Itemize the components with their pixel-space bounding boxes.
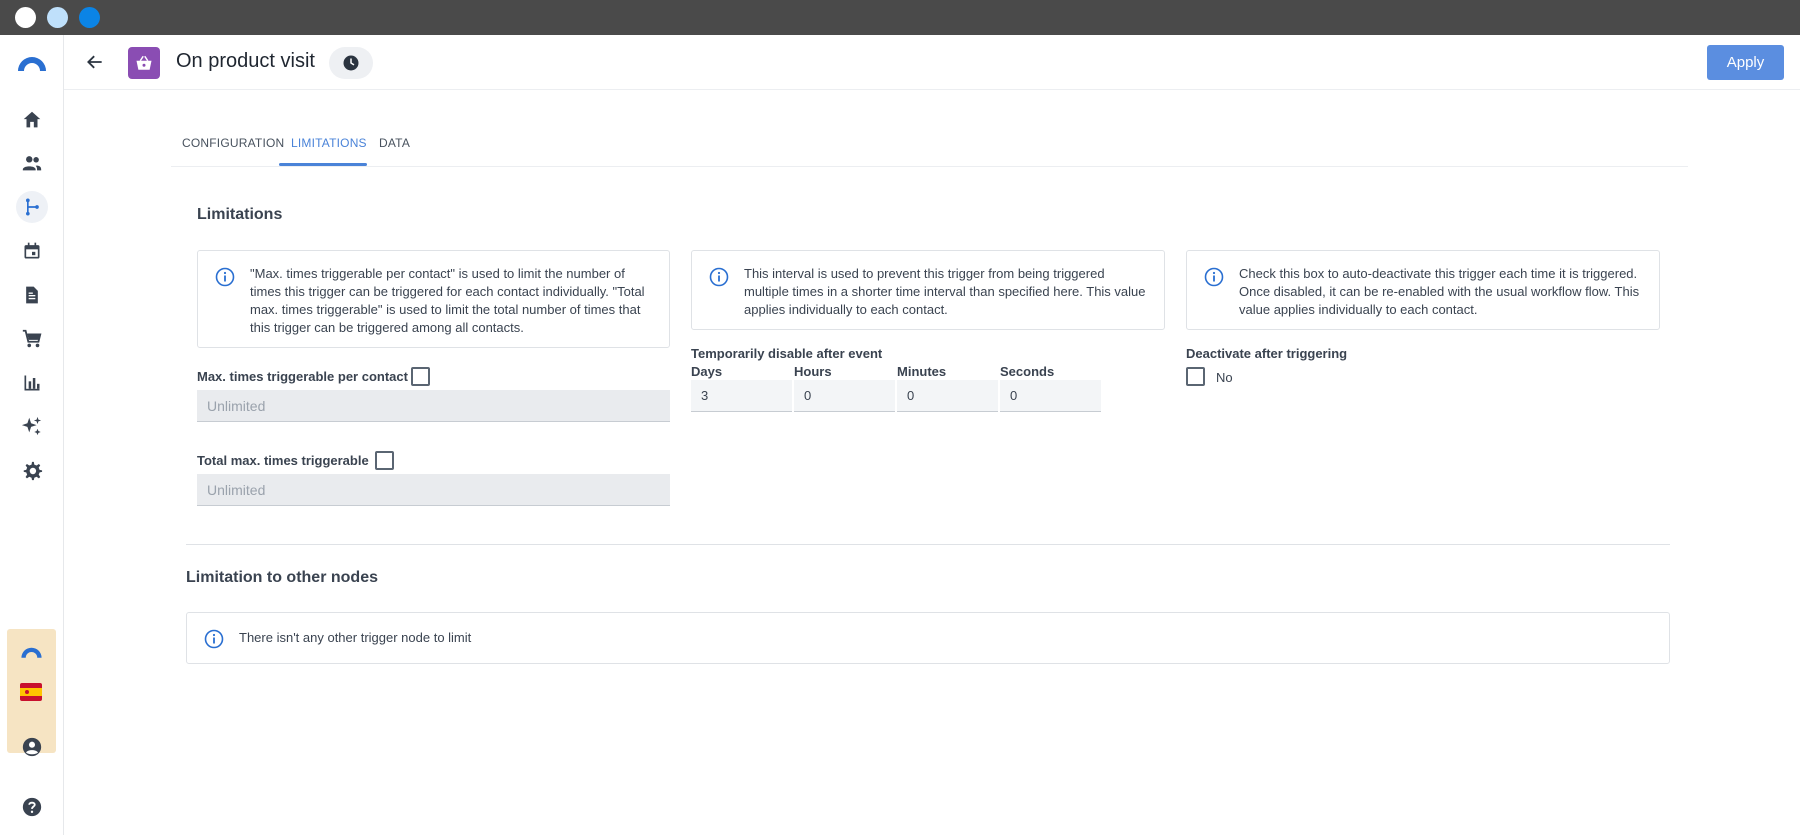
- minutes-input[interactable]: [897, 380, 998, 412]
- basket-icon: [128, 47, 160, 79]
- other-nodes-section-title: Limitation to other nodes: [186, 569, 378, 586]
- clock-icon: [343, 55, 359, 71]
- cart-icon[interactable]: [16, 323, 48, 355]
- deactivate-label: Deactivate after triggering: [1186, 346, 1348, 361]
- deactivate-value-label: No: [1216, 370, 1233, 385]
- document-icon[interactable]: [16, 279, 48, 311]
- days-input[interactable]: [691, 380, 792, 412]
- days-label: Days: [691, 364, 723, 379]
- info-text-interval: This interval is used to prevent this tr…: [744, 266, 1146, 317]
- info-box-deactivate: Check this box to auto-deactivate this t…: [1186, 250, 1660, 330]
- max-per-contact-label: Max. times triggerable per contact: [197, 369, 408, 384]
- tab-configuration[interactable]: CONFIGURATION: [182, 136, 284, 160]
- max-per-contact-checkbox[interactable]: [411, 367, 430, 386]
- window-titlebar: [0, 0, 1800, 35]
- info-text-deactivate: Check this box to auto-deactivate this t…: [1239, 266, 1640, 317]
- window-maximize-button[interactable]: [79, 7, 100, 28]
- tab-limitations[interactable]: LIMITATIONS: [291, 136, 367, 160]
- max-per-contact-input: Unlimited: [197, 390, 670, 422]
- info-icon: [1204, 267, 1224, 287]
- info-box-interval: This interval is used to prevent this tr…: [691, 250, 1165, 330]
- info-text-other-nodes: There isn't any other trigger node to li…: [239, 630, 472, 645]
- tab-data[interactable]: DATA: [379, 136, 410, 160]
- spain-flag-icon[interactable]: [20, 683, 42, 701]
- apply-button[interactable]: Apply: [1707, 45, 1784, 80]
- info-icon: [709, 267, 729, 287]
- settings-gear-icon[interactable]: [16, 455, 48, 487]
- home-icon[interactable]: [16, 104, 48, 136]
- page-header: On product visit Apply: [64, 35, 1800, 90]
- window-minimize-button[interactable]: [47, 7, 68, 28]
- seconds-input[interactable]: [1000, 380, 1101, 412]
- back-button[interactable]: [81, 48, 109, 76]
- brand-logo-icon[interactable]: [16, 51, 48, 75]
- total-max-checkbox[interactable]: [375, 451, 394, 470]
- info-icon: [215, 267, 235, 287]
- user-account-icon[interactable]: [16, 731, 48, 763]
- page-title: On product visit: [176, 50, 315, 72]
- analytics-icon[interactable]: [16, 367, 48, 399]
- seconds-label: Seconds: [1000, 364, 1055, 379]
- tab-bar: CONFIGURATION LIMITATIONS DATA: [171, 126, 1688, 167]
- info-text-max-times: "Max. times triggerable per contact" is …: [250, 266, 645, 335]
- history-button[interactable]: [329, 47, 373, 79]
- total-max-input: Unlimited: [197, 474, 670, 506]
- section-divider: [186, 544, 1670, 545]
- contacts-icon[interactable]: [16, 147, 48, 179]
- deactivate-checkbox[interactable]: [1186, 367, 1205, 386]
- help-icon[interactable]: [16, 791, 48, 823]
- total-max-label: Total max. times triggerable: [197, 453, 369, 468]
- info-icon: [204, 629, 224, 649]
- limitations-section-title: Limitations: [197, 206, 283, 223]
- temp-disable-label: Temporarily disable after event: [691, 346, 883, 361]
- minutes-label: Minutes: [897, 364, 947, 379]
- hours-input[interactable]: [794, 380, 895, 412]
- active-tab-indicator: [279, 163, 367, 166]
- sparkles-icon[interactable]: [16, 410, 48, 442]
- sidebar: [0, 35, 64, 835]
- workflows-icon[interactable]: [16, 191, 48, 223]
- info-box-other-nodes: There isn't any other trigger node to li…: [186, 612, 1670, 664]
- arrow-left-icon: [87, 55, 102, 69]
- info-box-max-times: "Max. times triggerable per contact" is …: [197, 250, 670, 348]
- brand-mini-logo-icon: [21, 647, 42, 658]
- hours-label: Hours: [794, 364, 832, 379]
- window-close-button[interactable]: [15, 7, 36, 28]
- calendar-icon[interactable]: [16, 235, 48, 267]
